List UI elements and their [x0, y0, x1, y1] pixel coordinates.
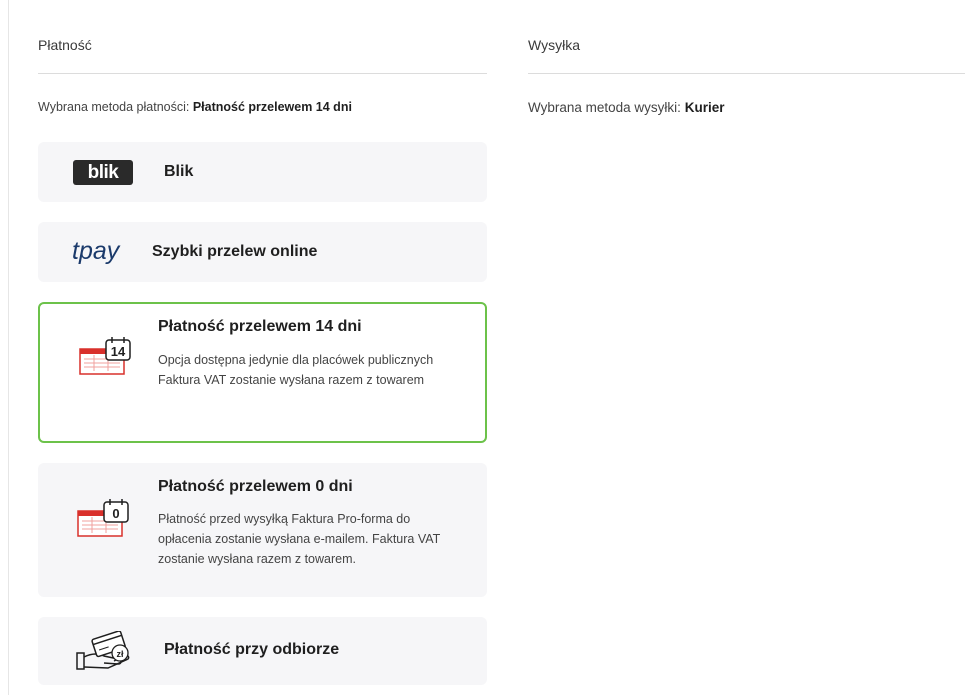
payment-selected-value: Płatność przelewem 14 dni — [192, 100, 352, 114]
tpay-logo-icon: tpay — [72, 237, 120, 265]
calendar-invoice-0-icon: 0 — [77, 499, 129, 537]
payment-option-name: Płatność przelewem 14 dni — [158, 318, 362, 335]
payment-title: Płatność — [38, 37, 92, 53]
calendar-number: 0 — [112, 506, 119, 521]
shipping-divider — [528, 73, 965, 74]
payment-option-name: Blik — [164, 163, 194, 180]
payment-divider — [38, 73, 487, 74]
payment-option-tpay[interactable]: tpay Szybki przelew online — [38, 222, 487, 282]
blik-logo-icon: blik — [73, 160, 133, 185]
shipping-selected-method: Wybrana metoda wysyłki: Kurier — [528, 100, 724, 115]
payment-option-name: Płatność przelewem 0 dni — [158, 478, 353, 495]
payment-option-name: Płatność przy odbiorze — [164, 641, 340, 658]
payment-selected-label: Wybrana metoda płatności: — [38, 100, 190, 114]
shipping-selected-label: Wybrana metoda wysyłki: — [528, 100, 681, 115]
payment-option-transfer-0-days[interactable]: 0 Płatność przelewem 0 dni Płatność prze… — [38, 463, 487, 597]
shipping-selected-value: Kurier — [684, 100, 725, 115]
payment-selected-method: Wybrana metoda płatności: Płatność przel… — [38, 100, 352, 114]
payment-option-description: Płatność przed wysyłką Faktura Pro-forma… — [158, 512, 441, 566]
calendar-number: 14 — [111, 344, 126, 359]
payment-option-cash-on-delivery[interactable]: zł Płatność przy odbiorze — [38, 617, 487, 685]
calendar-invoice-14-icon: 14 — [79, 337, 131, 375]
page-left-border — [8, 0, 9, 695]
payment-option-name: Szybki przelew online — [152, 243, 318, 260]
hand-card-cash-icon: zł — [76, 631, 130, 670]
payment-option-description: Opcja dostępna jedynie dla placówek publ… — [158, 353, 434, 387]
payment-option-transfer-14-days[interactable]: 14 Płatność przelewem 14 dni Opcja dostę… — [38, 302, 487, 443]
payment-option-blik[interactable]: blik Blik — [38, 142, 487, 202]
currency-symbol: zł — [116, 649, 124, 659]
shipping-title: Wysyłka — [528, 37, 580, 53]
